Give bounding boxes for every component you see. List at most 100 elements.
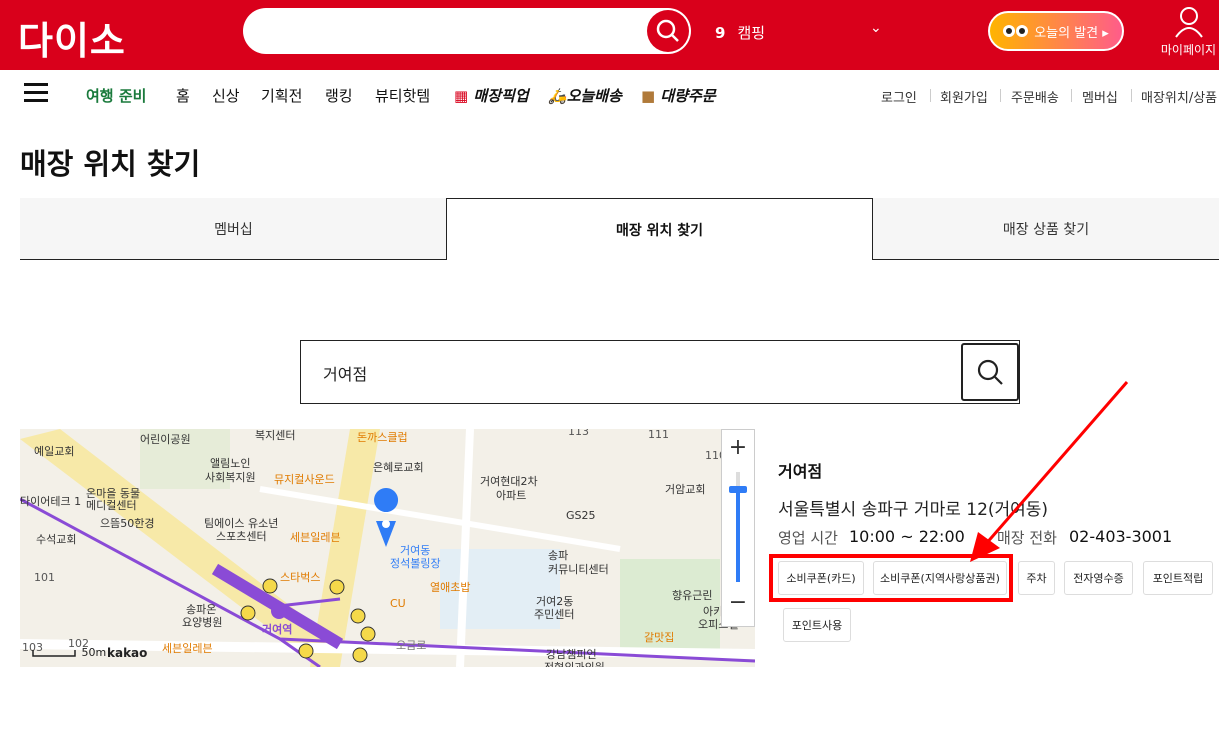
- highlight-box: [769, 554, 1013, 602]
- mypage-button[interactable]: 마이페이지: [1158, 6, 1219, 58]
- svg-text:팀에이스 유소년: 팀에이스 유소년: [204, 517, 278, 530]
- nav-bulk-order[interactable]: ■ 대량주문: [641, 85, 716, 106]
- svg-text:거여역: 거여역: [262, 622, 292, 636]
- nav-store-pickup-label: 매장픽업: [473, 87, 529, 105]
- nav-ranking[interactable]: 랭킹: [325, 85, 353, 106]
- svg-text:으뜸50한경: 으뜸50한경: [100, 517, 154, 530]
- svg-text:요양병원: 요양병원: [182, 616, 222, 629]
- nav-bulk-order-label: 대량주문: [660, 87, 716, 105]
- service-badge-point-earn: 포인트적립: [1143, 561, 1213, 595]
- kakao-logo: kakao: [107, 646, 148, 660]
- svg-text:세븐일레븐: 세븐일레븐: [162, 641, 213, 655]
- nav-home[interactable]: 홈: [176, 85, 190, 106]
- trending-label: 캠핑: [737, 24, 766, 42]
- map-zoom-control: + −: [721, 429, 755, 627]
- scale-bar-icon: [32, 650, 76, 657]
- svg-text:커뮤니티센터: 커뮤니티센터: [548, 563, 609, 576]
- search-input[interactable]: [243, 8, 691, 54]
- trending-keyword[interactable]: 9 캠핑: [715, 22, 765, 43]
- hours-label: 영업 시간: [778, 529, 838, 547]
- svg-text:사회복지원: 사회복지원: [205, 471, 256, 484]
- mypage-label: 마이페이지: [1160, 43, 1217, 57]
- nav-today-delivery-label: 오늘배송: [566, 87, 622, 105]
- svg-text:아파트: 아파트: [496, 489, 526, 502]
- svg-text:송파온: 송파온: [186, 603, 216, 616]
- chevron-down-icon[interactable]: ⌄: [870, 20, 882, 36]
- service-badge-parking: 주차: [1018, 561, 1055, 595]
- divider: [1131, 89, 1132, 102]
- util-login[interactable]: 로그인: [881, 87, 917, 106]
- store-map[interactable]: 복지센터 돈까스클럽 113 111 110 어린이공원 예일교회 앨림노인 사…: [20, 429, 755, 667]
- svg-text:113: 113: [568, 429, 589, 438]
- main-nav: 여행 준비 홈 신상 기획전 랭킹 뷰티핫템 ▦ 매장픽업 🛵오늘배송 ■ 대량…: [0, 70, 1219, 118]
- user-icon: [1174, 7, 1203, 38]
- svg-text:향유근린: 향유근린: [672, 589, 712, 602]
- daiso-logo[interactable]: 다이소: [18, 10, 126, 65]
- svg-text:전형외과의원: 전형외과의원: [544, 661, 605, 667]
- svg-text:스타벅스: 스타벅스: [280, 571, 320, 584]
- util-orders[interactable]: 주문배송: [1011, 87, 1059, 106]
- store-name: 거여점: [778, 462, 823, 481]
- top-header: 다이소 9 캠핑 ⌄ 오늘의 발견 ▸ 마이페이지: [0, 0, 1219, 70]
- store-search-field[interactable]: 거여점: [300, 340, 1020, 404]
- service-badge-point-use: 포인트사용: [783, 608, 851, 642]
- nav-today-delivery[interactable]: 🛵오늘배송: [548, 85, 622, 106]
- map-canvas: 복지센터 돈까스클럽 113 111 110 어린이공원 예일교회 앨림노인 사…: [20, 429, 755, 667]
- util-signup[interactable]: 회원가입: [940, 87, 988, 106]
- svg-text:CU: CU: [390, 597, 406, 610]
- map-scale: 50m: [32, 646, 107, 661]
- tab-bar: 멤버십 매장 위치 찾기 매장 상품 찾기: [20, 198, 1219, 260]
- svg-text:갈맛집: 갈맛집: [644, 630, 674, 644]
- hours-value: 10:00 ~ 22:00: [849, 527, 965, 546]
- store-search-button[interactable]: [961, 343, 1019, 401]
- nav-store-pickup[interactable]: ▦ 매장픽업: [454, 85, 529, 106]
- svg-text:예일교회: 예일교회: [34, 444, 74, 458]
- svg-text:복지센터: 복지센터: [255, 429, 295, 442]
- service-badge-e-receipt: 전자영수증: [1064, 561, 1133, 595]
- svg-text:송파: 송파: [548, 549, 568, 562]
- search-button[interactable]: [647, 10, 689, 52]
- svg-text:은혜로교회: 은혜로교회: [373, 461, 424, 474]
- zoom-out-button[interactable]: −: [722, 587, 754, 619]
- nav-exhibition[interactable]: 기획전: [261, 85, 302, 106]
- svg-text:101: 101: [34, 571, 55, 584]
- nav-travel[interactable]: 여행 준비: [86, 85, 146, 106]
- nav-beauty[interactable]: 뷰티핫템: [375, 85, 430, 106]
- zoom-slider-handle[interactable]: [729, 486, 747, 493]
- svg-text:정석볼링장: 정석볼링장: [390, 557, 441, 570]
- svg-text:세븐일레븐: 세븐일레븐: [290, 530, 341, 544]
- scooter-icon: 🛵: [548, 87, 567, 105]
- svg-text:수석교회: 수석교회: [36, 533, 76, 546]
- svg-text:스포츠센터: 스포츠센터: [216, 530, 267, 543]
- trending-rank: 9: [715, 24, 726, 42]
- store-address: 서울특별시 송파구 거마로 12(거여동): [778, 500, 1049, 520]
- page-title: 매장 위치 찾기: [20, 147, 201, 181]
- phone-value: 02-403-3001: [1069, 527, 1173, 546]
- svg-text:돈까스클럽: 돈까스클럽: [357, 430, 408, 444]
- divider: [1000, 89, 1001, 102]
- util-membership[interactable]: 멤버십: [1082, 87, 1118, 106]
- discover-label: 오늘의 발견 ▸: [1034, 25, 1109, 41]
- box-icon: ■: [641, 87, 656, 105]
- discover-button[interactable]: 오늘의 발견 ▸: [988, 11, 1124, 51]
- store-search-input[interactable]: 거여점: [323, 361, 367, 385]
- phone-label: 매장 전화: [997, 529, 1057, 547]
- map-scale-label: 50m: [81, 646, 107, 659]
- tab-store-location[interactable]: 매장 위치 찾기: [446, 198, 873, 260]
- divider: [1071, 89, 1072, 102]
- util-store-location[interactable]: 매장위치/상품: [1141, 87, 1217, 106]
- menu-icon[interactable]: [24, 83, 48, 103]
- tab-membership[interactable]: 멤버십: [20, 198, 447, 260]
- tab-store-products[interactable]: 매장 상품 찾기: [873, 198, 1219, 260]
- svg-text:열애초밥: 열애초밥: [430, 581, 470, 594]
- svg-text:주민센터: 주민센터: [534, 608, 574, 621]
- svg-text:강남챔피언: 강남챔피언: [546, 648, 597, 661]
- zoom-in-button[interactable]: +: [722, 432, 754, 464]
- svg-text:타이어테크 1: 타이어테크 1: [20, 495, 81, 508]
- search-icon: [656, 19, 679, 42]
- svg-text:어린이공원: 어린이공원: [140, 433, 191, 446]
- svg-text:거여동: 거여동: [400, 544, 430, 557]
- svg-text:메디컬센터: 메디컬센터: [86, 499, 137, 512]
- zoom-slider-fill: [736, 490, 740, 582]
- nav-new[interactable]: 신상: [212, 85, 240, 106]
